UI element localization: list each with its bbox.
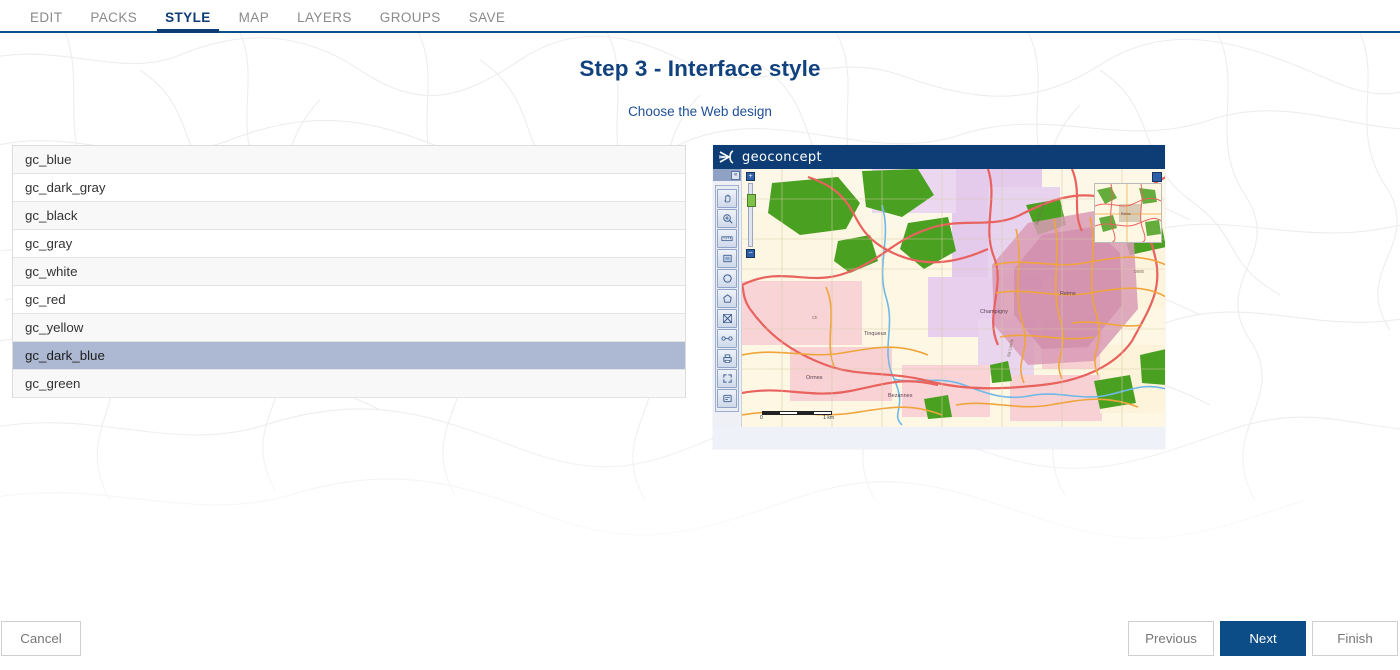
preview-body: « Reims Tinqueux Bezannes Ormes Champign… xyxy=(713,169,1165,427)
scalebar-min-label: 0 xyxy=(760,415,763,421)
map-zoom-slider[interactable]: + − xyxy=(746,172,757,258)
page-subtitle: Choose the Web design xyxy=(628,104,772,119)
map-scalebar: 0 1 km xyxy=(760,411,834,421)
list-item[interactable]: gc_red xyxy=(13,286,685,314)
wizard-footer: Cancel Previous Next Finish xyxy=(0,606,1400,670)
polygon-select-icon[interactable] xyxy=(717,289,737,308)
svg-text:D980: D980 xyxy=(1134,269,1145,274)
preview-toolbar-column: « xyxy=(713,169,741,427)
north-arrow-icon[interactable] xyxy=(1152,172,1162,182)
list-item[interactable]: gc_white xyxy=(13,258,685,286)
preview-footer-strip xyxy=(713,427,1165,449)
measure-ruler-icon[interactable] xyxy=(717,229,737,248)
content-area: gc_blue gc_dark_gray gc_black gc_gray gc… xyxy=(0,145,1400,449)
zoom-in-icon[interactable] xyxy=(717,209,737,228)
wizard-nav-buttons: Previous Next Finish xyxy=(1128,620,1399,656)
legend-icon[interactable] xyxy=(717,389,737,408)
previous-button[interactable]: Previous xyxy=(1128,620,1214,656)
tab-edit[interactable]: EDIT xyxy=(16,10,76,32)
select-rectangle-icon[interactable] xyxy=(717,249,737,268)
style-list: gc_blue gc_dark_gray gc_black gc_gray gc… xyxy=(12,145,686,398)
style-preview: geoconcept « Reims Tinqueux Bezannes Orm… xyxy=(713,145,1165,449)
page-header: Step 3 - Interface style Choose the Web … xyxy=(0,33,1400,119)
map-canvas[interactable]: Reims Tinqueux Bezannes Ormes Champigny … xyxy=(741,169,1165,427)
svg-text:Ch: Ch xyxy=(812,315,818,320)
route-icon[interactable] xyxy=(717,309,737,328)
overview-inset-map[interactable]: Reims xyxy=(1094,183,1162,243)
tab-map[interactable]: MAP xyxy=(225,10,283,32)
svg-text:Reims: Reims xyxy=(1060,291,1076,297)
list-item[interactable]: gc_dark_gray xyxy=(13,174,685,202)
circle-select-icon[interactable] xyxy=(717,269,737,288)
scalebar-labels: 0 1 km xyxy=(760,415,834,421)
brand-name: geoconcept xyxy=(742,149,823,165)
zoom-slider-thumb[interactable] xyxy=(747,194,756,207)
logo-mark-icon xyxy=(718,150,734,164)
svg-text:Bezannes: Bezannes xyxy=(888,393,913,399)
preview-banner: geoconcept xyxy=(713,145,1165,169)
fullscreen-icon[interactable] xyxy=(717,369,737,388)
list-item[interactable]: gc_gray xyxy=(13,230,685,258)
list-item[interactable]: gc_green xyxy=(13,370,685,398)
list-item[interactable]: gc_blue xyxy=(13,146,685,174)
tab-groups[interactable]: GROUPS xyxy=(366,10,455,32)
tab-packs[interactable]: PACKS xyxy=(76,10,151,32)
panel-collapse-bar[interactable]: « xyxy=(713,169,741,181)
geoconcept-logo: geoconcept xyxy=(718,149,822,165)
tab-save[interactable]: SAVE xyxy=(455,10,520,32)
list-item-selected[interactable]: gc_dark_blue xyxy=(13,342,685,370)
svg-text:Reims: Reims xyxy=(1121,212,1131,216)
svg-text:Champigny: Champigny xyxy=(980,309,1008,315)
style-wizard-page: EDIT PACKS STYLE MAP LAYERS GROUPS SAVE … xyxy=(0,0,1400,670)
svg-text:Tinqueux: Tinqueux xyxy=(864,331,887,337)
tab-layers[interactable]: LAYERS xyxy=(283,10,366,32)
distance-icon[interactable] xyxy=(717,329,737,348)
list-item[interactable]: gc_black xyxy=(13,202,685,230)
collapse-chevron-icon[interactable]: « xyxy=(731,170,740,180)
next-button[interactable]: Next xyxy=(1220,620,1306,656)
cancel-button[interactable]: Cancel xyxy=(1,620,81,656)
finish-button[interactable]: Finish xyxy=(1312,620,1398,656)
zoom-out-button[interactable]: − xyxy=(746,249,755,258)
map-toolbar xyxy=(715,185,739,412)
print-icon[interactable] xyxy=(717,349,737,368)
zoom-slider-track[interactable] xyxy=(747,183,756,247)
pan-hand-icon[interactable] xyxy=(717,189,737,208)
svg-text:Ormes: Ormes xyxy=(806,375,823,381)
scalebar-max-label: 1 km xyxy=(823,415,834,421)
main-navigation: EDIT PACKS STYLE MAP LAYERS GROUPS SAVE xyxy=(0,0,1400,33)
preview-frame: geoconcept « Reims Tinqueux Bezannes Orm… xyxy=(713,145,1165,449)
zoom-in-button[interactable]: + xyxy=(746,172,755,181)
tab-style[interactable]: STYLE xyxy=(151,10,225,33)
page-title: Step 3 - Interface style xyxy=(579,56,821,81)
list-item[interactable]: gc_yellow xyxy=(13,314,685,342)
